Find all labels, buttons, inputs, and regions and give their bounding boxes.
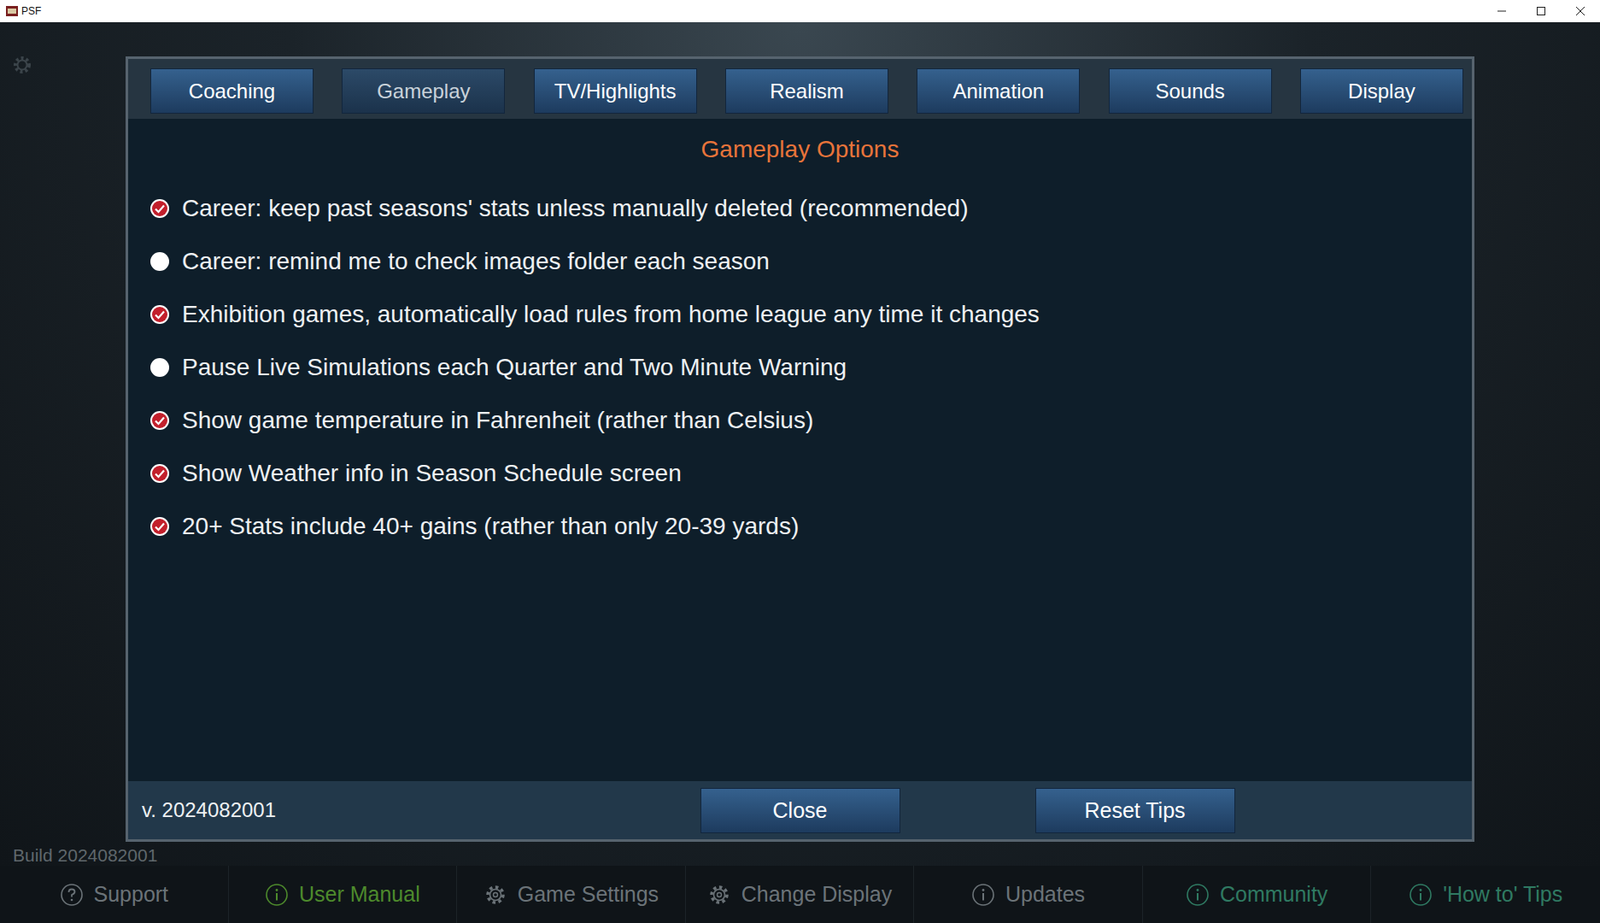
bottom-bar-label: 'How to' Tips bbox=[1442, 881, 1563, 907]
tab[interactable]: Animation bbox=[916, 68, 1080, 114]
info-icon bbox=[971, 882, 996, 907]
version-label: v. 2024082001 bbox=[128, 797, 701, 822]
option-row[interactable]: Pause Live Simulations each Quarter and … bbox=[149, 340, 1472, 394]
unchecked-icon[interactable] bbox=[149, 251, 170, 272]
reset-tips-button[interactable]: Reset Tips bbox=[1035, 787, 1236, 833]
checked-icon[interactable] bbox=[149, 410, 170, 431]
bottom-bar-item[interactable]: Support bbox=[0, 865, 229, 923]
title-bar: PSF bbox=[0, 0, 1600, 23]
option-row[interactable]: Exhibition games, automatically load rul… bbox=[149, 287, 1472, 341]
window-title: PSF bbox=[21, 5, 42, 18]
tab[interactable]: TV/Highlights bbox=[533, 68, 698, 114]
maximize-icon[interactable] bbox=[1521, 0, 1561, 23]
option-label: Career: remind me to check images folder… bbox=[181, 247, 770, 276]
checked-icon[interactable] bbox=[149, 198, 170, 219]
tab[interactable]: Sounds bbox=[1108, 68, 1272, 114]
bottom-bar-label: Support bbox=[93, 881, 170, 907]
bottom-bar-item[interactable]: Change Display bbox=[685, 865, 915, 923]
tab-bar: Coaching Gameplay TV/Highlights Realism Anim… bbox=[128, 58, 1472, 119]
app-window: PSF Coaching Gameplay TV/Highlights Realism A… bbox=[0, 0, 1600, 923]
bottom-bar-label: Change Display bbox=[741, 881, 893, 907]
bottom-bar-label: Community bbox=[1219, 881, 1328, 907]
option-label: Show Weather info in Season Schedule scr… bbox=[181, 459, 682, 487]
option-row[interactable]: Show game temperature in Fahrenheit (rat… bbox=[149, 393, 1472, 447]
option-label: Show game temperature in Fahrenheit (rat… bbox=[181, 406, 814, 434]
bottom-bar-label: Game Settings bbox=[517, 881, 659, 907]
gear-icon[interactable] bbox=[11, 54, 33, 76]
bottom-bar-item[interactable]: Game Settings bbox=[457, 865, 686, 923]
settings-dialog: Coaching Gameplay TV/Highlights Realism Anim… bbox=[125, 56, 1475, 842]
close-button[interactable]: Close bbox=[700, 787, 901, 833]
option-row[interactable]: Show Weather info in Season Schedule scr… bbox=[149, 446, 1472, 500]
close-window-icon[interactable] bbox=[1560, 0, 1600, 23]
gear-icon bbox=[707, 882, 732, 907]
tab[interactable]: Display bbox=[1300, 68, 1464, 114]
checked-icon[interactable] bbox=[149, 304, 170, 325]
info-icon bbox=[1408, 882, 1433, 907]
panel-heading: Gameplay Options bbox=[149, 135, 1472, 164]
gear-icon bbox=[483, 882, 508, 907]
tab[interactable]: Realism bbox=[725, 68, 889, 114]
help-icon bbox=[59, 882, 84, 907]
bottom-bar-label: Updates bbox=[1005, 881, 1085, 907]
bottom-bar: Support User Manual Game Settings Change Di… bbox=[0, 865, 1600, 923]
dialog-footer: v. 2024082001Close Reset Tips bbox=[128, 780, 1472, 839]
info-icon bbox=[1185, 882, 1210, 907]
tab[interactable]: Gameplay bbox=[341, 68, 505, 114]
tab[interactable]: Coaching bbox=[150, 68, 314, 114]
option-row[interactable]: 20+ Stats include 40+ gains (rather than… bbox=[149, 499, 1472, 553]
option-label: Pause Live Simulations each Quarter and … bbox=[181, 353, 847, 381]
stadium-background: Coaching Gameplay TV/Highlights Realism Anim… bbox=[0, 22, 1600, 866]
info-icon bbox=[264, 882, 289, 907]
option-label: Career: keep past seasons' stats unless … bbox=[181, 194, 969, 223]
bottom-bar-label: User Manual bbox=[298, 881, 421, 907]
option-label: Exhibition games, automatically load rul… bbox=[181, 300, 1040, 329]
option-row[interactable]: Career: remind me to check images folder… bbox=[149, 234, 1472, 288]
build-label: Build 2024082001 bbox=[0, 844, 1600, 866]
options-list: Career: keep past seasons' stats unless … bbox=[149, 181, 1472, 553]
app-logo-icon bbox=[5, 5, 18, 17]
bottom-bar-item[interactable]: Updates bbox=[914, 865, 1143, 923]
option-label: 20+ Stats include 40+ gains (rather than… bbox=[181, 512, 799, 540]
minimize-icon[interactable] bbox=[1482, 0, 1522, 23]
options-panel: Gameplay Options Career: keep past season… bbox=[128, 118, 1472, 781]
checked-icon[interactable] bbox=[149, 463, 170, 484]
bottom-bar-item[interactable]: Community bbox=[1142, 865, 1372, 923]
bottom-bar-item[interactable]: User Manual bbox=[228, 865, 458, 923]
bottom-bar-item[interactable]: 'How to' Tips bbox=[1371, 865, 1600, 923]
unchecked-icon[interactable] bbox=[149, 357, 170, 378]
option-row[interactable]: Career: keep past seasons' stats unless … bbox=[149, 181, 1472, 235]
checked-icon[interactable] bbox=[149, 515, 170, 537]
